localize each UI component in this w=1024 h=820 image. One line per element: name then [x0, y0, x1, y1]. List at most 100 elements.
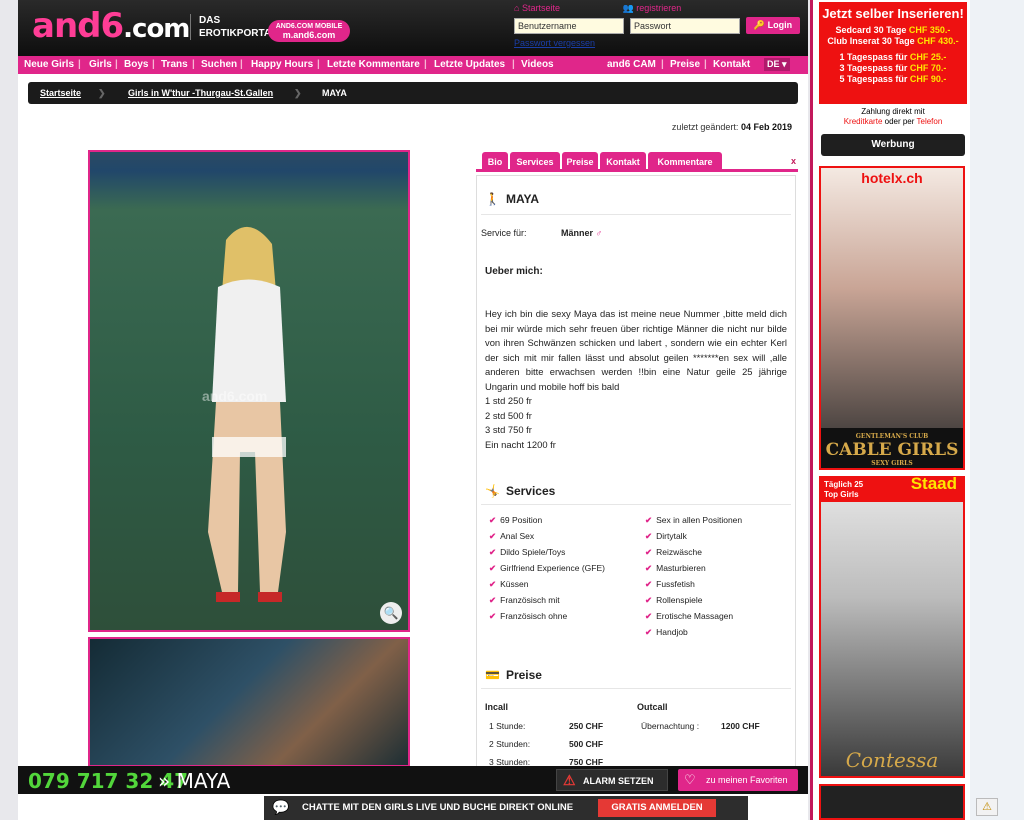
breadcrumb-home[interactable]: Startseite [40, 88, 81, 98]
chat-text: CHATTE MIT DEN GIRLS LIVE UND BUCHE DIRE… [302, 802, 574, 813]
login-button[interactable]: 🔑 Login [746, 17, 800, 34]
chat-bubble-icon: 💬 [272, 799, 290, 815]
nav-item-letzte-updates[interactable]: Letzte Updates [434, 59, 505, 70]
service-item: ✔ Französisch ohne [489, 611, 568, 621]
nav-item-trans[interactable]: Trans [161, 59, 188, 70]
check-icon: ✔ [489, 611, 497, 621]
chat-bar: 💬 CHATTE MIT DEN GIRLS LIVE UND BUCHE DI… [264, 796, 748, 820]
forgot-password-link[interactable]: Passwort vergessen [514, 38, 595, 48]
service-item: ✔ Fussfetish [645, 579, 695, 589]
incall-label: Incall [485, 702, 509, 712]
register-link[interactable]: 👥 registrieren [622, 3, 711, 13]
nav-item-letzte-kommentare[interactable]: Letzte Kommentare [327, 59, 420, 70]
top-links: ⌂ Startseite 👥 registrieren [514, 3, 741, 14]
signup-button[interactable]: GRATIS ANMELDEN [598, 799, 716, 817]
services-heading: 🤸 Services [485, 484, 556, 498]
profile-panel: 🚶 MAYA Service für: Männer ♂ Ueber mich: … [476, 175, 796, 775]
password-input[interactable]: Passwort [630, 18, 740, 34]
nav-separator: | [152, 59, 155, 70]
check-icon: ✔ [489, 595, 497, 605]
divider [481, 504, 791, 505]
staad-ad[interactable]: Täglich 25 Top Girls Staad Contessa [819, 475, 965, 778]
divider [481, 214, 791, 215]
nav-item-girls[interactable]: Girls [89, 59, 112, 70]
nav-item-preise[interactable]: Preise [670, 59, 700, 70]
sticky-contact-bar: 079 717 32 47 » MAYA ⚠ ALARM SETZEN ♡ zu m… [18, 766, 808, 794]
nav-item-neue-girls[interactable]: Neue Girls [24, 59, 74, 70]
incall-price-row: 1 Stunde: [489, 721, 526, 731]
profile-photo-2[interactable] [88, 637, 410, 767]
check-icon: ✔ [489, 547, 497, 557]
nav-item-happy-hours[interactable]: Happy Hours [251, 59, 313, 70]
bottom-ad[interactable] [819, 784, 965, 820]
tab-services[interactable]: Services [510, 152, 560, 172]
zoom-icon[interactable]: 🔍 [380, 602, 402, 624]
service-item: ✔ Rollenspiele [645, 595, 703, 605]
main-site: and6.com DAS EROTIKPORTAL AND6.COM MOBIL… [18, 0, 808, 820]
prices-heading: 💳 Preise [485, 668, 542, 682]
breadcrumb-separator: ❯ [98, 88, 106, 98]
mobile-site-badge[interactable]: AND6.COM MOBILE m.and6.com [268, 20, 350, 42]
check-icon: ✔ [645, 627, 653, 637]
service-item: ✔ Girlfriend Experience (GFE) [489, 563, 605, 573]
username-input[interactable]: Benutzername [514, 18, 624, 34]
check-icon: ✔ [645, 611, 653, 621]
warning-icon[interactable]: ⚠ [976, 798, 998, 816]
incall-price-value: 500 CHF [569, 739, 604, 749]
profile-photo-1[interactable]: and6.com 🔍 [88, 150, 410, 632]
services-icon: 🤸 [485, 484, 500, 498]
service-for-label: Service für: [481, 228, 527, 238]
advertise-banner[interactable]: Jetzt selber Inserieren! Sedcard 30 Tage… [819, 2, 967, 130]
service-item: ✔ Reizwäsche [645, 547, 702, 557]
sticky-profile-name: » MAYA [158, 769, 231, 793]
close-icon[interactable]: x [791, 156, 796, 166]
tab-preise[interactable]: Preise [562, 152, 598, 172]
check-icon: ✔ [645, 579, 653, 589]
set-alarm-button[interactable]: ⚠ ALARM SETZEN [556, 769, 668, 791]
header: and6.com DAS EROTIKPORTAL AND6.COM MOBIL… [18, 0, 808, 56]
contessa-logo: Contessa [845, 748, 939, 772]
nav-item-suchen[interactable]: Suchen [201, 59, 237, 70]
service-item: ✔ Dildo Spiele/Toys [489, 547, 566, 557]
tab-kommentare[interactable]: Kommentare [648, 152, 722, 172]
breadcrumb-separator: ❯ [294, 88, 302, 98]
nav-separator: | [317, 59, 320, 70]
warning-icon: ⚠ [563, 772, 576, 788]
about-label: Ueber mich: [485, 266, 543, 277]
breadcrumb-region[interactable]: Girls in W'thur -Thurgau-St.Gallen [128, 88, 273, 98]
nav-separator: | [78, 59, 81, 70]
cable-girls-logo: GENTLEMAN'S CLUB CABLE GIRLS SEXY GIRLS [821, 428, 963, 468]
service-item: ✔ Küssen [489, 579, 529, 589]
bio-text: Hey ich bin die sexy Maya das ist meine … [485, 308, 787, 450]
right-ad-column: Jetzt selber Inserieren! Sedcard 30 Tage… [810, 0, 970, 820]
nav-item-boys[interactable]: Boys [124, 59, 148, 70]
service-item: ✔ Masturbieren [645, 563, 706, 573]
tab-kontakt[interactable]: Kontakt [600, 152, 646, 172]
home-link[interactable]: ⌂ Startseite [514, 3, 590, 13]
tab-bio[interactable]: Bio [482, 152, 508, 172]
incall-price-row: 2 Stunden: [489, 739, 531, 749]
site-logo[interactable]: and6.com [32, 6, 190, 46]
logo-tagline: DAS EROTIKPORTAL [190, 14, 277, 40]
person-icon: 🚶 [485, 192, 500, 206]
check-icon: ✔ [489, 579, 497, 589]
service-item: ✔ Sex in allen Positionen [645, 515, 743, 525]
check-icon: ✔ [489, 515, 497, 525]
credit-card-icon: 💳 [485, 668, 500, 682]
nav-item-cam[interactable]: and6 CAM [607, 59, 656, 70]
photo-watermark: and6.com [202, 388, 268, 404]
hotelx-ad[interactable]: hotelx.ch GENTLEMAN'S CLUB CABLE GIRLS S… [819, 166, 965, 470]
services-list-left: ✔ 69 Position ✔ Anal Sex ✔ Dildo Spiele/Toy… [489, 512, 605, 624]
language-select[interactable]: DE ▾ [764, 58, 790, 71]
nav-item-kontakt[interactable]: Kontakt [713, 59, 750, 70]
divider [481, 688, 791, 689]
incall-price-value: 250 CHF [569, 721, 604, 731]
profile-tabs: Bio Services Preise Kontakt Kommentare x [476, 152, 798, 172]
service-item: ✔ Erotische Massagen [645, 611, 734, 621]
add-favorite-button[interactable]: ♡ zu meinen Favoriten [678, 769, 798, 791]
page-background-right [970, 0, 1024, 820]
nav-separator: | [661, 59, 664, 70]
main-nav: Neue Girls | Girls | Boys | Trans | Such… [18, 56, 808, 74]
nav-item-videos[interactable]: Videos [521, 59, 554, 70]
male-icon: ♂ [595, 228, 603, 238]
